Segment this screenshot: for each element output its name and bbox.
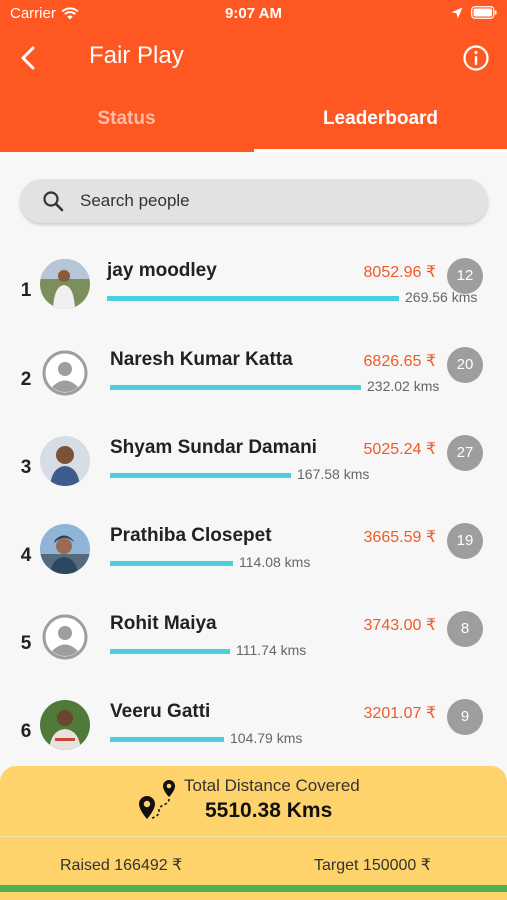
- distance-label: 104.79 kms: [230, 730, 303, 746]
- distance-bar: [110, 473, 291, 478]
- search-bar: [20, 179, 488, 223]
- footer-summary: Total Distance Covered 5510.38 Kms Raise…: [0, 766, 507, 900]
- participant-name: Shyam Sundar Damani: [110, 437, 317, 458]
- search-icon: [43, 191, 64, 212]
- tab-indicator: [254, 149, 507, 152]
- avatar: [40, 436, 90, 486]
- distance-bar: [110, 649, 230, 654]
- rank-number: 3: [20, 457, 32, 478]
- distance-label: 167.58 kms: [297, 466, 370, 482]
- footer-accent-strip: [0, 885, 507, 892]
- distance-label: 232.02 kms: [367, 378, 440, 394]
- back-arrow-icon: [21, 46, 35, 70]
- count-badge: 8: [447, 611, 483, 647]
- battery-icon: [471, 6, 497, 19]
- total-distance-label: Total Distance Covered: [184, 776, 360, 795]
- distance-label: 269.56 kms: [405, 289, 478, 305]
- info-button[interactable]: [461, 43, 491, 73]
- distance-bar: [107, 296, 399, 301]
- rank-number: 2: [20, 369, 32, 390]
- location-arrow-icon: [451, 7, 463, 18]
- count-badge: 20: [447, 347, 483, 383]
- count-badge: 9: [447, 699, 483, 735]
- avatar-placeholder-icon: [42, 350, 88, 396]
- status-time: 9:07 AM: [225, 5, 282, 22]
- amount-raised: 3201.07 ₹: [363, 705, 436, 722]
- search-input[interactable]: [80, 179, 470, 223]
- footer-divider: [0, 836, 507, 837]
- participant-name: jay moodley: [107, 260, 217, 281]
- avatar: [40, 348, 90, 398]
- app-bar: Fair Play: [0, 34, 507, 82]
- header: Carrier 9:07 AM Fair Play Status Leaderb…: [0, 0, 507, 152]
- back-button[interactable]: [16, 42, 46, 74]
- rank-number: 5: [20, 633, 32, 654]
- rank-number: 1: [20, 280, 32, 301]
- total-distance-value: 5510.38 Kms: [205, 799, 333, 822]
- raised-amount: Raised 166492 ₹: [60, 857, 183, 874]
- count-badge: 27: [447, 435, 483, 471]
- participant-name: Naresh Kumar Katta: [110, 349, 293, 370]
- distance-bar: [110, 385, 361, 390]
- leaderboard-row[interactable]: 2 Naresh Kumar Katta 6826.65 ₹ 20 232.02…: [0, 347, 507, 435]
- info-icon: [463, 45, 489, 71]
- rank-number: 4: [20, 545, 32, 566]
- avatar: [40, 612, 90, 662]
- distance-label: 114.08 kms: [239, 554, 311, 570]
- participant-name: Veeru Gatti: [110, 701, 211, 722]
- amount-raised: 8052.96 ₹: [363, 264, 436, 281]
- amount-raised: 3743.00 ₹: [363, 617, 436, 634]
- avatar: [40, 524, 90, 574]
- leaderboard-row[interactable]: 1 jay moodley 8052.96 ₹ 12 269.56 kms: [0, 258, 507, 346]
- rank-number: 6: [20, 721, 32, 742]
- count-badge: 19: [447, 523, 483, 559]
- avatar-photo: [40, 524, 90, 574]
- status-right: [451, 6, 497, 19]
- tab-leaderboard[interactable]: Leaderboard: [254, 96, 507, 152]
- leaderboard-row[interactable]: 3 Shyam Sundar Damani 5025.24 ₹ 27 167.5…: [0, 435, 507, 523]
- avatar-photo: [40, 436, 90, 486]
- avatar: [40, 259, 90, 309]
- avatar-placeholder-icon: [42, 614, 88, 660]
- avatar: [40, 700, 90, 750]
- distance-bar: [110, 561, 233, 566]
- distance-label: 111.74 kms: [236, 642, 307, 658]
- status-bar: Carrier 9:07 AM: [0, 0, 507, 28]
- leaderboard-row[interactable]: 5 Rohit Maiya 3743.00 ₹ 8 111.74 kms: [0, 611, 507, 699]
- participant-name: Rohit Maiya: [110, 613, 217, 634]
- target-amount: Target 150000 ₹: [314, 857, 431, 874]
- route-map-icon: [139, 780, 175, 820]
- page-title: Fair Play: [89, 42, 184, 69]
- tab-bar: Status Leaderboard: [0, 96, 507, 152]
- participant-name: Prathiba Closepet: [110, 525, 272, 546]
- amount-raised: 3665.59 ₹: [363, 529, 436, 546]
- tab-status[interactable]: Status: [0, 96, 253, 152]
- distance-bar: [110, 737, 224, 742]
- avatar-photo: [40, 259, 90, 309]
- amount-raised: 5025.24 ₹: [363, 441, 436, 458]
- leaderboard-row[interactable]: 4 Prathiba Closepet 3665.59 ₹ 19 114.08 …: [0, 523, 507, 611]
- avatar-photo: [40, 700, 90, 750]
- amount-raised: 6826.65 ₹: [363, 353, 436, 370]
